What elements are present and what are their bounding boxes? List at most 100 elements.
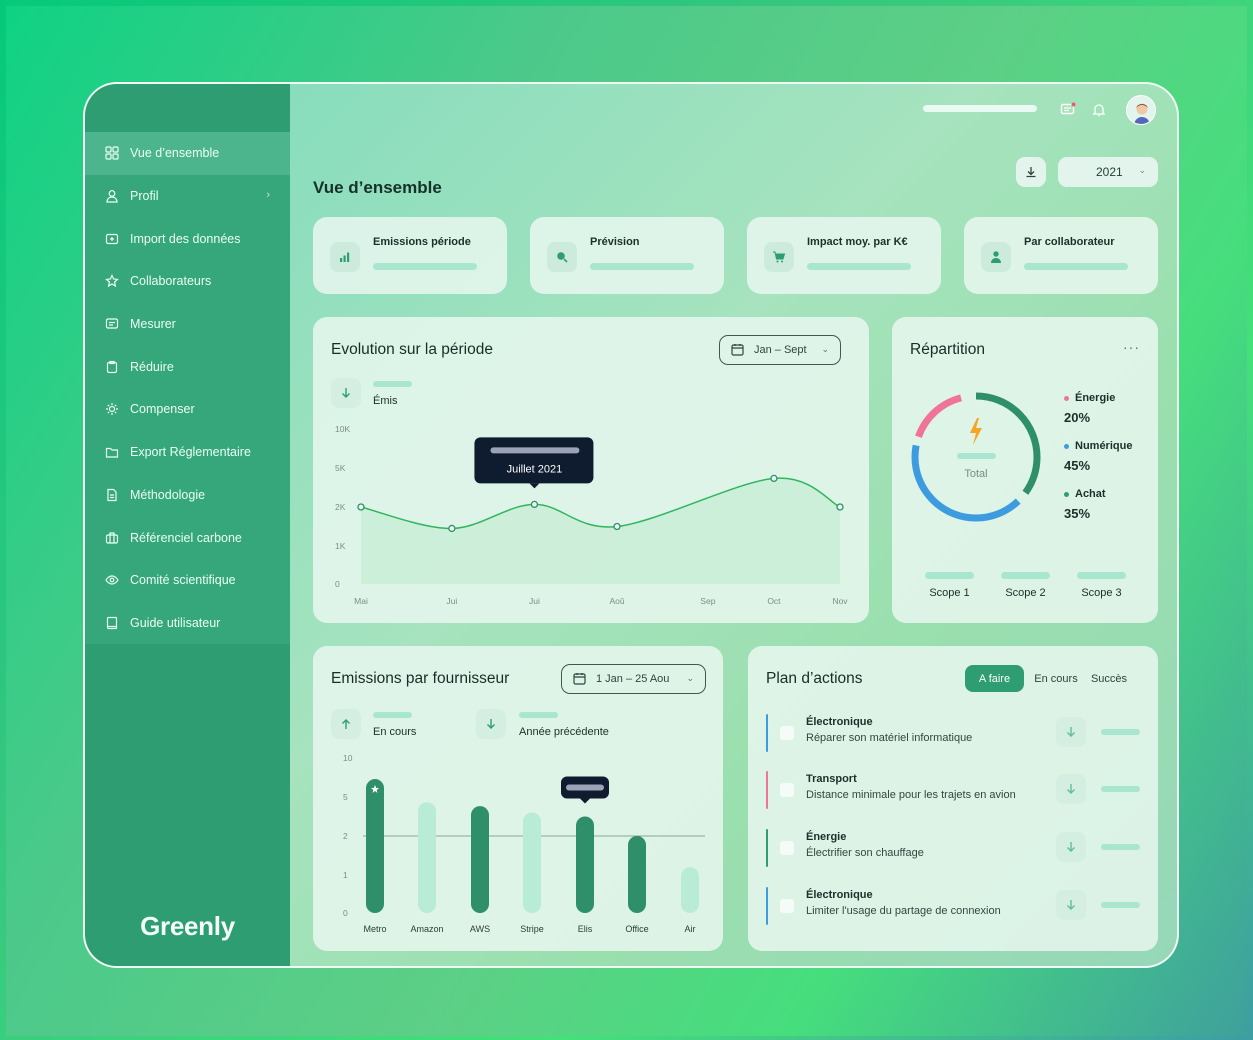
x-tick-label: Elis: [578, 924, 593, 934]
suppliers-bar-chart: 105210Metro Amazon AWS Stripe Elis Office Air: [343, 753, 705, 934]
legend-name: Achat: [1075, 488, 1106, 500]
action-item: Transport Distance minimale pour les traj…: [766, 771, 1152, 811]
line-point: [448, 524, 456, 533]
user-icon: [105, 189, 119, 203]
x-tick-label: Mai: [354, 596, 368, 606]
clipboard-icon: [105, 360, 119, 374]
action-trend-button[interactable]: [1056, 774, 1086, 804]
sidebar-item-4[interactable]: Mesurer: [85, 303, 290, 346]
arrow-down-icon: [342, 388, 350, 398]
kpi-card-2[interactable]: Impact moy. par K€: [747, 217, 941, 294]
sun-icon: [105, 402, 119, 416]
chart-tooltip: Juillet 2021: [474, 437, 594, 489]
search-bar-placeholder[interactable]: [923, 105, 1037, 112]
current-trend-button[interactable]: [331, 709, 361, 739]
page-title: Vue d’ensemble: [313, 178, 442, 197]
action-checkbox[interactable]: [780, 841, 794, 855]
action-trend-button[interactable]: [1056, 832, 1086, 862]
arrow-down-icon: [1067, 784, 1075, 794]
action-item: Électronique Limiter l'usage du partage d…: [766, 887, 1152, 927]
sidebar-item-7[interactable]: Export Réglementaire: [85, 431, 290, 474]
plan-tab-0[interactable]: A faire: [965, 665, 1024, 692]
bell-icon[interactable]: [1090, 101, 1108, 119]
line-point: [357, 503, 365, 511]
sidebar-item-6[interactable]: Compenser: [85, 388, 290, 431]
download-button[interactable]: [1016, 157, 1046, 187]
x-tick-label: Stripe: [520, 924, 544, 934]
x-tick-label: Amazon: [410, 924, 443, 934]
sidebar-item-1[interactable]: Profil ›: [85, 175, 290, 218]
suppliers-range: 1 Jan – 25 Aou: [596, 673, 670, 685]
action-trend-button[interactable]: [1056, 890, 1086, 920]
x-tick-label: Nov: [832, 596, 848, 606]
previous-trend-button[interactable]: [476, 709, 506, 739]
legend-name: Énergie: [1075, 392, 1116, 404]
kpi-label: Prévision: [590, 236, 640, 248]
arrow-up-icon: [342, 719, 350, 729]
bar-tooltip: [561, 776, 609, 804]
action-value-bar: [1101, 844, 1140, 850]
legend-value: 45%: [1064, 458, 1091, 473]
legend-name: Numérique: [1075, 440, 1133, 452]
action-item: Énergie Électrifier son chauffage: [766, 829, 1152, 869]
evolution-range-select[interactable]: Jan – Sept ⌄: [719, 335, 841, 365]
bar: [681, 867, 699, 913]
sidebar-menu: Vue d’ensemble Profil › Import des données C…: [85, 132, 290, 645]
chevron-down-icon: ⌄: [686, 673, 694, 683]
sidebar-item-label: Vue d’ensemble: [130, 146, 220, 161]
emis-trend-button[interactable]: [331, 378, 361, 408]
kpi-card-0[interactable]: Emissions période: [313, 217, 507, 294]
category-stripe: [766, 829, 768, 867]
action-description: Électrifier son chauffage: [806, 847, 924, 859]
x-tick-label: Jui: [529, 596, 540, 606]
suppliers-title: Emissions par fournisseur: [331, 670, 510, 687]
year-select[interactable]: 2021 ⌄: [1058, 157, 1158, 187]
plan-tab-1[interactable]: En cours: [1027, 665, 1085, 692]
x-tick-label: AWS: [470, 924, 490, 934]
folder-icon: [105, 445, 119, 459]
donut-center-label: Total: [964, 468, 988, 480]
sidebar-item-8[interactable]: Méthodologie: [85, 474, 290, 517]
kpi-label: Par collaborateur: [1024, 236, 1115, 248]
more-options-icon[interactable]: ···: [1123, 339, 1140, 355]
legend-value: 20%: [1064, 410, 1091, 425]
eye-icon: [105, 573, 119, 587]
previous-label: Année précédente: [519, 726, 609, 738]
sidebar-item-5[interactable]: Réduire: [85, 345, 290, 388]
import-icon: [105, 232, 119, 246]
kpi-card-1[interactable]: Prévision: [530, 217, 724, 294]
scope-value-bar: [1077, 572, 1126, 579]
plan-title: Plan d’actions: [766, 670, 863, 687]
sidebar-item-label: Guide utilisateur: [130, 615, 221, 630]
x-tick-label: Air: [685, 924, 696, 934]
action-checkbox[interactable]: [780, 726, 794, 740]
sidebar-item-9[interactable]: Référenciel carbone: [85, 516, 290, 559]
action-category: Énergie: [806, 831, 847, 843]
category-stripe: [766, 714, 768, 752]
plan-tab-2[interactable]: Succès: [1086, 665, 1132, 692]
user-avatar[interactable]: [1126, 95, 1156, 125]
y-tick-label: 2: [343, 831, 348, 841]
action-checkbox[interactable]: [780, 783, 794, 797]
sidebar-item-0[interactable]: Vue d’ensemble: [85, 132, 290, 175]
sidebar-item-3[interactable]: Collaborateurs: [85, 260, 290, 303]
action-category: Électronique: [806, 716, 873, 728]
book-icon: [105, 616, 119, 630]
lightning-icon: [970, 418, 982, 445]
message-icon[interactable]: [1059, 101, 1077, 119]
sidebar-item-11[interactable]: Guide utilisateur: [85, 602, 290, 645]
year-value: 2021: [1096, 165, 1123, 179]
sidebar-item-10[interactable]: Comité scientifique: [85, 559, 290, 602]
action-checkbox[interactable]: [780, 899, 794, 913]
sidebar-item-label: Export Réglementaire: [130, 445, 251, 460]
action-category: Électronique: [806, 889, 873, 901]
suppliers-range-select[interactable]: 1 Jan – 25 Aou ⌄: [561, 664, 706, 694]
action-trend-button[interactable]: [1056, 717, 1086, 747]
y-tick-label: 1K: [335, 541, 346, 551]
x-tick-label: Jui: [446, 596, 457, 606]
legend-dot: [1064, 395, 1069, 401]
kpi-card-3[interactable]: Par collaborateur: [964, 217, 1158, 294]
arrow-down-icon: [1067, 900, 1075, 910]
sidebar-item-2[interactable]: Import des données: [85, 217, 290, 260]
evolution-card: Evolution sur la période Jan – Sept ⌄ Ém…: [313, 317, 869, 623]
